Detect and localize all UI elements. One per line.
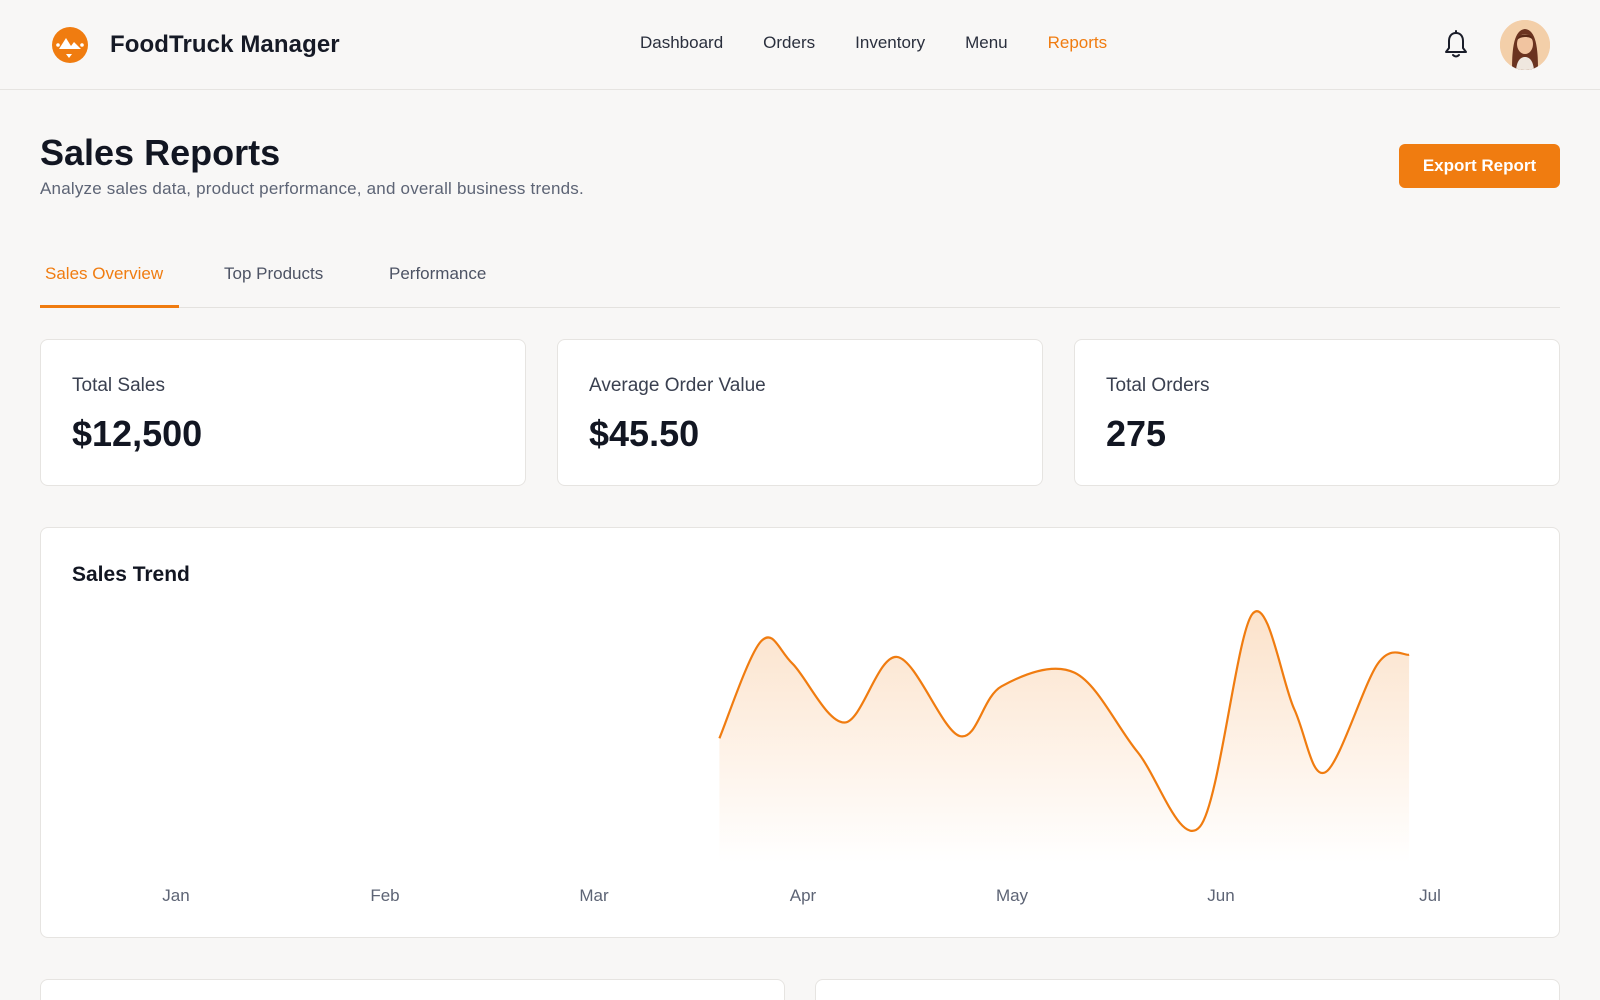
x-tick-label: May — [996, 886, 1029, 905]
x-tick-label: Jun — [1207, 886, 1234, 905]
nav-item-dashboard[interactable]: Dashboard — [640, 33, 723, 53]
nav-item-reports[interactable]: Reports — [1048, 33, 1108, 53]
stat-label: Average Order Value — [589, 375, 766, 396]
active-tab-indicator — [40, 305, 179, 308]
stat-label: Total Sales — [72, 375, 165, 396]
bell-icon[interactable] — [1443, 30, 1469, 60]
sales-trend-card: Sales Trend Jan Feb Mar Apr May Jun Jul — [40, 527, 1560, 938]
report-tabs: Sales Overview Top Products Performance — [40, 254, 1560, 308]
stat-value: $12,500 — [72, 413, 203, 454]
app-name: FoodTruck Manager — [110, 31, 340, 58]
page-subtitle: Analyze sales data, product performance,… — [40, 179, 584, 198]
x-tick-label: Apr — [790, 886, 817, 905]
bottom-card-right — [815, 979, 1560, 1000]
main-nav: Dashboard Orders Inventory Menu Reports — [640, 33, 1147, 53]
user-avatar[interactable] — [1500, 20, 1550, 70]
stat-card-average-order-value: Average Order Value $45.50 — [557, 339, 1043, 486]
stat-card-total-orders: Total Orders 275 — [1074, 339, 1560, 486]
export-report-button[interactable]: Export Report — [1399, 144, 1560, 188]
sales-trend-chart: Jan Feb Mar Apr May Jun Jul — [162, 610, 1441, 905]
x-tick-label: Jul — [1419, 886, 1441, 905]
top-navigation-bar: FoodTruck Manager Dashboard Orders Inven… — [0, 0, 1600, 90]
sales-trend-area — [719, 611, 1410, 863]
stat-value: 275 — [1106, 413, 1167, 454]
stat-card-total-sales: Total Sales $12,500 — [40, 339, 526, 486]
x-tick-label: Jan — [162, 886, 189, 905]
nav-item-orders[interactable]: Orders — [763, 33, 815, 53]
tab-performance[interactable]: Performance — [389, 264, 486, 284]
stat-value: $45.50 — [589, 413, 700, 454]
bottom-card-left — [40, 979, 785, 1000]
x-tick-label: Mar — [579, 886, 609, 905]
nav-item-inventory[interactable]: Inventory — [855, 33, 925, 53]
brand[interactable]: FoodTruck Manager — [52, 27, 340, 63]
nav-item-menu[interactable]: Menu — [965, 33, 1008, 53]
x-tick-label: Feb — [370, 886, 399, 905]
tab-sales-overview[interactable]: Sales Overview — [45, 264, 163, 284]
tab-top-products[interactable]: Top Products — [224, 264, 323, 284]
page-title: Sales Reports — [40, 132, 281, 173]
stat-label: Total Orders — [1106, 375, 1210, 396]
food-truck-logo-icon — [52, 27, 88, 63]
